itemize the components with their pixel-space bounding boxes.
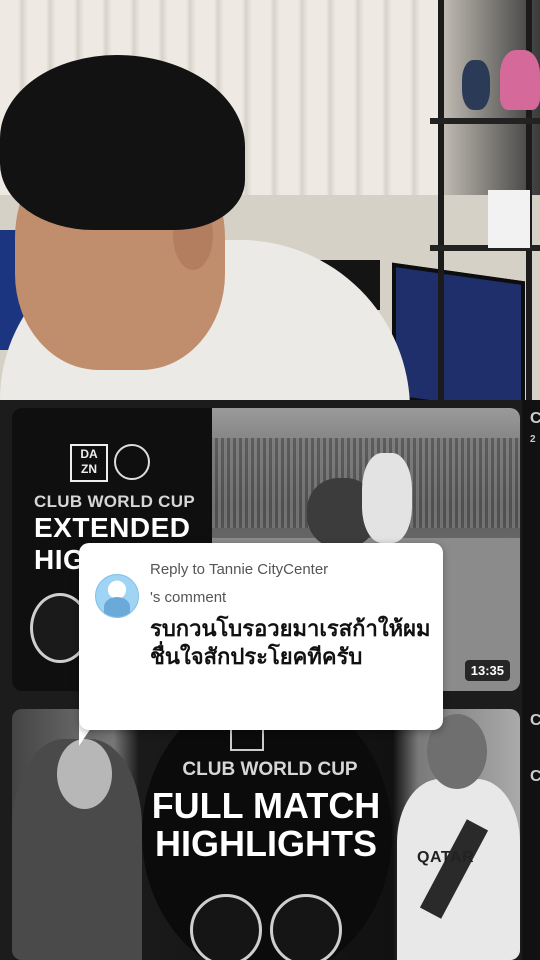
psg-crest-icon (270, 894, 342, 960)
dazn-logo-text: DAZN (80, 447, 98, 476)
figurine (500, 50, 540, 110)
chelsea-crest-icon (190, 894, 262, 960)
title-line-1: EXTENDED (34, 512, 191, 543)
reply-prefix: Reply to (150, 561, 206, 578)
reply-comment-text: รบกวนโบรอวยมาเรสก้าให้ผมชื่นใจสักประโยคท… (150, 617, 431, 670)
video-duration: 13:35 (464, 660, 510, 681)
video-thumbnail-full-match-highlights[interactable]: CLUB WORLD CUP FULL MATCH HIGHLIGHTS QAT… (12, 709, 520, 960)
club-world-cup-logo-icon (114, 444, 150, 480)
side-glyph-1: C (530, 410, 540, 427)
webcam-feed (0, 0, 540, 400)
dazn-logo: DAZN (70, 444, 108, 482)
desk-calendar (488, 190, 530, 248)
reply-to-label: Reply to Tannie CityCenter (150, 561, 328, 578)
reply-suffix: 's comment (150, 589, 227, 606)
side-glyph-4: C (530, 768, 540, 785)
side-strip (522, 400, 540, 960)
shirt-sponsor: QATAR (417, 849, 475, 866)
player-light-kit (362, 453, 412, 543)
avatar-body (104, 597, 130, 617)
dazn-logo-icon (230, 727, 264, 751)
reply-comment-card[interactable]: Reply to Tannie CityCenter 's comment รบ… (79, 543, 443, 730)
avatar-icon[interactable] (95, 574, 139, 618)
side-glyph-2: 2 (530, 434, 536, 445)
competition-label: CLUB WORLD CUP (34, 492, 195, 511)
figurine-small (462, 60, 490, 110)
reply-username[interactable]: Tannie CityCenter (209, 561, 328, 578)
side-glyph-3: C (530, 712, 540, 729)
